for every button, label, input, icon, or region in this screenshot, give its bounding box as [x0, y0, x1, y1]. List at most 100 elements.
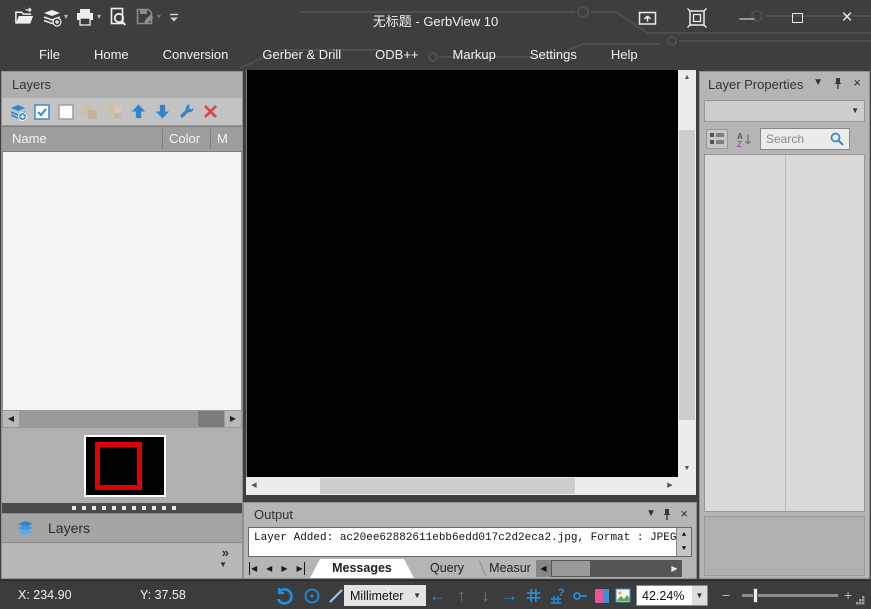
search-input[interactable]: [761, 132, 829, 146]
menu-settings[interactable]: Settings: [513, 40, 594, 69]
collapse-ribbon-icon: [637, 8, 658, 28]
pin-panel-button[interactable]: [833, 77, 843, 93]
categorized-grid-icon: [709, 132, 725, 146]
scrollbar-thumb[interactable]: [320, 478, 575, 494]
delete-layer-button[interactable]: [201, 103, 219, 121]
layers-table-header: Name Color M: [2, 126, 242, 152]
zoom-out-button[interactable]: −: [722, 587, 730, 603]
tab-query[interactable]: Query: [418, 559, 476, 578]
toggle-grid-button[interactable]: [524, 586, 543, 605]
collapse-ribbon-button[interactable]: [633, 6, 661, 30]
zoom-slider[interactable]: [742, 594, 838, 597]
scroll-left-button[interactable]: ◀: [246, 478, 262, 494]
dropdown-caret: ▼: [851, 106, 859, 115]
close-panel-button[interactable]: ×: [853, 75, 861, 90]
categorized-view-button[interactable]: [706, 129, 728, 149]
pan-left-button[interactable]: ←: [428, 586, 447, 605]
snap-center-button[interactable]: [302, 586, 321, 605]
layers-panel: Layers: [2, 72, 242, 578]
move-layer-down-button[interactable]: [153, 103, 171, 121]
prev-tab-button[interactable]: ◀: [266, 562, 272, 575]
pan-right-button[interactable]: →: [500, 586, 519, 605]
next-tab-button[interactable]: ▶: [281, 562, 287, 575]
column-color[interactable]: Color: [169, 131, 200, 146]
tab-messages[interactable]: Messages: [310, 559, 414, 578]
highlight-pad-button[interactable]: [570, 586, 589, 605]
pan-down-button[interactable]: ↓: [476, 586, 495, 605]
layer-select-dropdown[interactable]: ▼: [704, 100, 865, 122]
close-button[interactable]: ×: [833, 6, 861, 30]
properties-panel-title: Layer Properties: [708, 77, 803, 92]
output-message-area[interactable]: Layer Added: ac20ee62882611ebb6edd017c2d…: [248, 527, 692, 557]
minimize-button[interactable]: —: [733, 6, 761, 30]
first-tab-button[interactable]: ◀: [249, 562, 257, 575]
scroll-right-button[interactable]: ▶: [662, 478, 678, 494]
scroll-up-button[interactable]: ▲: [677, 528, 691, 542]
style-switcher-button[interactable]: [683, 6, 711, 30]
scrollbar-thumb[interactable]: [198, 411, 224, 427]
menu-file[interactable]: File: [22, 40, 77, 69]
zoom-level-dropdown[interactable]: 42.24% ▼: [636, 585, 708, 606]
column-m[interactable]: M: [217, 131, 228, 146]
menu-markup[interactable]: Markup: [436, 40, 513, 69]
menu-odb[interactable]: ODB++: [358, 40, 435, 69]
zoom-in-button[interactable]: +: [844, 587, 852, 603]
canvas-horizontal-scrollbar[interactable]: ◀ ▶: [246, 477, 678, 495]
layers-list[interactable]: [2, 152, 242, 410]
scroll-right-button[interactable]: ▶: [225, 411, 241, 427]
check-all-layers-button[interactable]: [33, 103, 51, 121]
zoom-slider-thumb[interactable]: [753, 588, 758, 603]
thumbnail-red-outline: [95, 442, 142, 490]
pin-panel-button[interactable]: [662, 508, 672, 524]
close-panel-button[interactable]: ×: [680, 506, 688, 521]
tab-scrollbar[interactable]: ◀ ▶: [536, 560, 682, 577]
gerber-canvas[interactable]: [246, 70, 678, 477]
layer-colors-button[interactable]: [592, 586, 611, 605]
sort-alphabetical-button[interactable]: A Z: [734, 130, 754, 148]
panel-overflow-button[interactable]: »: [222, 545, 229, 560]
scrollbar-thumb[interactable]: [552, 561, 590, 576]
panel-overflow-caret[interactable]: ▼: [219, 560, 227, 569]
image-export-button[interactable]: [614, 586, 633, 605]
add-layer-tool-button[interactable]: [9, 103, 27, 121]
search-icon[interactable]: [829, 131, 845, 147]
measure-line-button[interactable]: [326, 586, 345, 605]
canvas-vertical-scrollbar[interactable]: ▲ ▼: [678, 70, 696, 477]
pan-up-button[interactable]: ↑: [452, 586, 471, 605]
property-grid-divider[interactable]: [785, 155, 786, 511]
menu-home[interactable]: Home: [77, 40, 146, 69]
unit-dropdown[interactable]: Millimeter ▼: [344, 585, 426, 606]
last-tab-button[interactable]: ▶: [296, 562, 304, 575]
layer-properties-panel: Layer Properties ▼ × ▼ A Z: [700, 72, 869, 578]
menu-conversion[interactable]: Conversion: [146, 40, 246, 69]
tab-measure[interactable]: Measur: [485, 559, 535, 578]
property-grid[interactable]: [704, 154, 865, 512]
layers-nav-button[interactable]: Layers: [2, 513, 242, 543]
move-layer-up-button[interactable]: [129, 103, 147, 121]
scroll-left-button[interactable]: ◀: [3, 411, 19, 427]
panel-splitter-handle[interactable]: [2, 503, 242, 513]
scroll-right-button[interactable]: ▶: [667, 560, 682, 577]
panel-menu-button[interactable]: ▼: [813, 77, 823, 88]
scroll-down-button[interactable]: ▼: [677, 542, 691, 556]
property-search-box: [760, 128, 850, 150]
output-vertical-scrollbar[interactable]: ▲ ▼: [676, 528, 691, 556]
maximize-button[interactable]: [783, 6, 811, 30]
column-name[interactable]: Name: [12, 131, 47, 146]
layers-horizontal-scrollbar[interactable]: ◀ ▶: [2, 410, 242, 428]
scroll-up-button[interactable]: ▲: [679, 70, 695, 86]
panel-menu-button[interactable]: ▼: [646, 508, 656, 519]
scroll-left-button[interactable]: ◀: [536, 560, 551, 577]
undo-view-button[interactable]: [274, 586, 293, 605]
delete-x-icon: [203, 104, 218, 119]
scrollbar-thumb[interactable]: [679, 130, 695, 420]
layer-thumbnail[interactable]: [84, 435, 166, 497]
layer-settings-button[interactable]: [177, 103, 195, 121]
merge-layers-button-disabled: [81, 103, 99, 121]
menu-gerber-drill[interactable]: Gerber & Drill: [245, 40, 358, 69]
menu-help[interactable]: Help: [594, 40, 655, 69]
grid-settings-button[interactable]: ?: [548, 586, 567, 605]
window-resize-grip[interactable]: [855, 592, 865, 609]
scroll-down-button[interactable]: ▼: [679, 461, 695, 477]
uncheck-all-layers-button[interactable]: [57, 103, 75, 121]
